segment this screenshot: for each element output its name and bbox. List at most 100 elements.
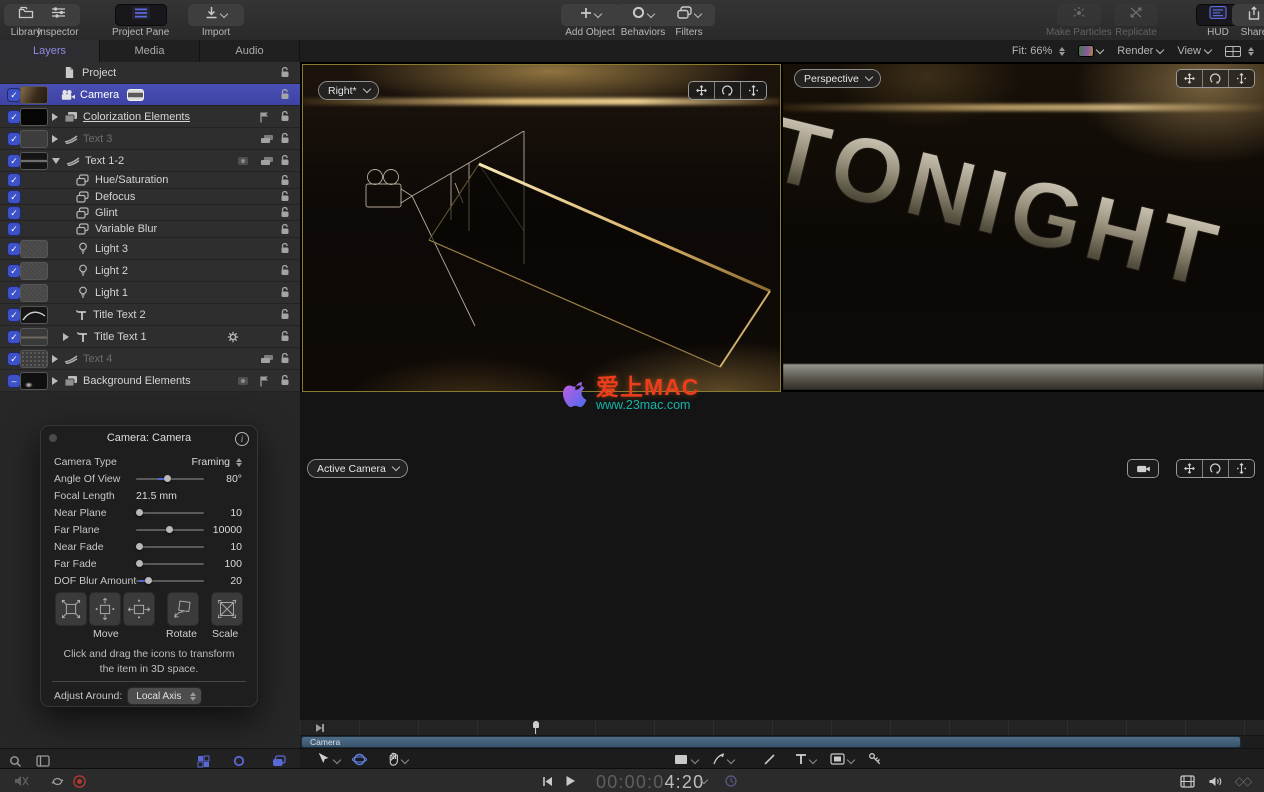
layer-row-text-4[interactable]: ✓Text 4: [0, 348, 300, 370]
lock-icon[interactable]: [277, 330, 292, 344]
rectangle-tool-chevron-icon[interactable]: [691, 756, 699, 764]
move-xy-button[interactable]: [124, 593, 154, 625]
layer-row-defocus[interactable]: ✓Defocus: [0, 189, 300, 205]
add-object-button[interactable]: Add Object: [561, 4, 619, 38]
layer-row-colorization-elements[interactable]: ✓Colorization Elements: [0, 106, 300, 128]
layer-row-background-elements[interactable]: –Background Elements: [0, 370, 300, 392]
layer-visibility-checkbox[interactable]: ✓: [8, 133, 20, 145]
lock-icon[interactable]: [277, 173, 292, 187]
timeline-ruler[interactable]: [300, 720, 1264, 736]
pan-hand-tool-icon[interactable]: [384, 751, 402, 767]
gear-icon[interactable]: [225, 330, 240, 344]
lock-icon[interactable]: [277, 132, 292, 146]
layer-visibility-checkbox[interactable]: ✓: [8, 207, 20, 219]
orbit-view-icon[interactable]: [1203, 460, 1229, 477]
layer-visibility-checkbox[interactable]: ✓: [8, 155, 20, 167]
layer-visibility-checkbox[interactable]: –: [8, 375, 20, 387]
disclosure-closed-icon[interactable]: [52, 135, 58, 143]
badge-icon[interactable]: [235, 154, 250, 168]
blend-icon[interactable]: [259, 132, 274, 146]
layer-visibility-checkbox[interactable]: ✓: [8, 265, 20, 277]
adjust-around-select[interactable]: Local Axis: [128, 688, 201, 704]
playhead[interactable]: [535, 721, 536, 734]
viewport-camera-menu[interactable]: Active Camera: [308, 460, 407, 477]
playback-mode-icon[interactable]: [722, 773, 740, 789]
disclosure-open-icon[interactable]: [52, 158, 60, 164]
project-pane-button[interactable]: Project Pane: [112, 4, 169, 38]
share-button[interactable]: Share: [1232, 4, 1264, 38]
param-slider[interactable]: [136, 546, 204, 548]
layer-row-light-3[interactable]: ✓Light 3: [0, 238, 300, 260]
param-slider[interactable]: [136, 563, 204, 565]
layer-row-camera[interactable]: ✓Camera: [0, 84, 300, 106]
layer-row-light-2[interactable]: ✓Light 2: [0, 260, 300, 282]
viewport-active-camera[interactable]: THE AWARDS Active Camera: [300, 392, 1264, 720]
param-slider[interactable]: [136, 512, 204, 514]
blend-icon[interactable]: [259, 352, 274, 366]
layer-visibility-checkbox[interactable]: ✓: [8, 243, 20, 255]
record-button-icon[interactable]: [70, 773, 88, 789]
view-dropdown[interactable]: View: [1177, 45, 1211, 57]
pan-hand-tool-chevron-icon[interactable]: [401, 756, 409, 764]
layer-visibility-checkbox[interactable]: ✓: [8, 223, 20, 235]
hud-info-icon[interactable]: i: [235, 432, 249, 446]
flag-icon[interactable]: [257, 110, 272, 124]
slider-thumb[interactable]: [164, 475, 171, 482]
slider-thumb[interactable]: [136, 509, 143, 516]
layer-row-text-3[interactable]: ✓Text 3: [0, 128, 300, 150]
dolly-view-icon[interactable]: [741, 82, 766, 99]
param-slider[interactable]: [136, 478, 204, 480]
layer-visibility-checkbox[interactable]: ✓: [8, 353, 20, 365]
zoom-fit-control[interactable]: Fit: 66%: [1012, 45, 1065, 57]
lock-icon[interactable]: [277, 110, 292, 124]
line-tool-icon[interactable]: [760, 751, 778, 767]
layer-row-glint[interactable]: ✓Glint: [0, 205, 300, 221]
mask-tool-icon[interactable]: [828, 751, 846, 767]
hud-panel[interactable]: Camera: Camera i Camera TypeFramingAngle…: [40, 425, 258, 707]
show-filters-toggle-icon[interactable]: [270, 753, 288, 769]
layer-visibility-checkbox[interactable]: ✓: [8, 174, 20, 186]
slider-thumb[interactable]: [166, 526, 173, 533]
layer-row-title-text-2[interactable]: ✓Title Text 2: [0, 304, 300, 326]
layer-row-light-1[interactable]: ✓Light 1: [0, 282, 300, 304]
lock-icon[interactable]: [277, 242, 292, 256]
select-tool-chevron-icon[interactable]: [333, 756, 341, 764]
text-tool-icon[interactable]: [792, 751, 810, 767]
select-tool-icon[interactable]: [314, 751, 332, 767]
lock-icon[interactable]: [277, 154, 292, 168]
import-button[interactable]: Import: [188, 4, 244, 38]
disclosure-closed-icon[interactable]: [63, 333, 69, 341]
search-icon[interactable]: [6, 753, 24, 769]
layer-row-hue-saturation[interactable]: ✓Hue/Saturation: [0, 172, 300, 189]
pan-view-icon[interactable]: [1177, 460, 1203, 477]
param-slider[interactable]: [136, 529, 204, 531]
disclosure-closed-icon[interactable]: [52, 355, 58, 363]
slider-thumb[interactable]: [136, 560, 143, 567]
move-y-button[interactable]: [90, 593, 120, 625]
show-behaviors-toggle-icon[interactable]: [230, 753, 248, 769]
tab-media[interactable]: Media: [100, 40, 200, 62]
inspector-button[interactable]: Inspector: [36, 4, 80, 38]
fit-stepper-icon[interactable]: [1059, 47, 1065, 56]
adjust-item-tool-icon[interactable]: [866, 751, 884, 767]
layer-row-text-1-2[interactable]: ✓Text 1-2: [0, 150, 300, 172]
lock-icon[interactable]: [277, 88, 292, 102]
bezier-tool-icon[interactable]: [710, 751, 728, 767]
lock-icon[interactable]: [277, 222, 292, 236]
bezier-tool-chevron-icon[interactable]: [727, 756, 735, 764]
lock-icon[interactable]: [277, 374, 292, 388]
show-masks-toggle-icon[interactable]: [194, 753, 212, 769]
scale-button[interactable]: [212, 593, 242, 625]
channels-dropdown[interactable]: [1079, 46, 1103, 56]
dolly-view-icon[interactable]: [1229, 460, 1254, 477]
orbit-view-icon[interactable]: [715, 82, 741, 99]
layer-row-title-text-1[interactable]: ✓Title Text 1: [0, 326, 300, 348]
badge-icon[interactable]: [235, 374, 250, 388]
pane-layout-icon[interactable]: [34, 753, 52, 769]
lock-icon[interactable]: [277, 264, 292, 278]
lock-icon[interactable]: [277, 286, 292, 300]
viewport-camera-menu[interactable]: Right*: [319, 82, 378, 99]
layer-row-variable-blur[interactable]: ✓Variable Blur: [0, 221, 300, 238]
param-slider[interactable]: [136, 580, 204, 582]
play-range-in-marker[interactable]: [316, 724, 322, 732]
